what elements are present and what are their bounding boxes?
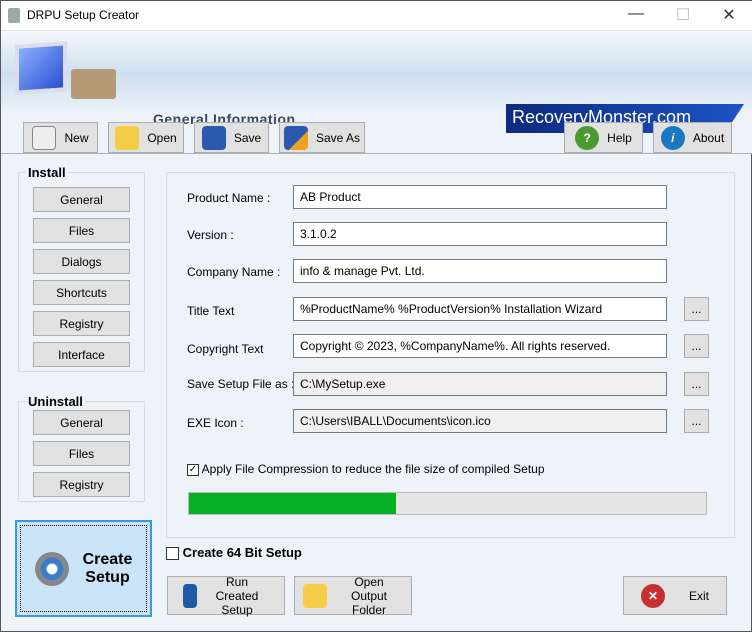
exit-icon: ✕ [640, 583, 665, 608]
progress-fill [189, 493, 396, 514]
setup-label: Setup [85, 568, 130, 586]
new-label: New [64, 130, 89, 145]
run-icon [183, 583, 197, 608]
bit64-label: Create 64 Bit Setup [182, 545, 302, 560]
new-button[interactable]: New [23, 122, 98, 153]
about-button[interactable]: i About [653, 122, 732, 153]
product-name-label: Product Name : [187, 191, 271, 205]
create-setup-button[interactable]: Create Setup [15, 520, 152, 617]
folder-icon [115, 125, 140, 150]
new-file-icon [32, 125, 57, 150]
title-text-label: Title Text [187, 304, 235, 318]
run-created-setup-button[interactable]: Run Created Setup [167, 574, 285, 617]
save-as-label: Save As [315, 130, 361, 145]
stamp-icon [71, 69, 116, 99]
minimize-button[interactable]: — [621, 5, 651, 23]
open-label: Open [147, 130, 177, 145]
install-interface-button[interactable]: Interface [33, 342, 130, 367]
uninstall-label: Uninstall [26, 394, 85, 409]
exe-icon-browse-button[interactable]: ... [684, 409, 709, 433]
copyright-text-input[interactable]: Copyright © 2023, %CompanyName%. All rig… [293, 334, 667, 358]
uninstall-general-button[interactable]: General [33, 410, 130, 435]
compression-option[interactable]: ✓ Apply File Compression to reduce the f… [187, 462, 545, 476]
help-icon: ? [575, 125, 600, 150]
maximize-button[interactable]: ☐ [668, 5, 698, 25]
progress-bar [188, 492, 707, 515]
open-folder-label: Open Output Folder [350, 574, 388, 617]
floppy-icon [201, 125, 226, 150]
install-general-button[interactable]: General [33, 187, 130, 212]
install-dialogs-button[interactable]: Dialogs [33, 249, 130, 274]
save-label: Save [233, 130, 262, 145]
install-registry-button[interactable]: Registry [33, 311, 130, 336]
folder-gear-icon [303, 583, 327, 608]
help-button[interactable]: ? Help [564, 122, 643, 153]
exe-icon-input[interactable]: C:\Users\IBALL\Documents\icon.ico [293, 409, 667, 433]
bit64-option[interactable]: Create 64 Bit Setup [166, 545, 302, 561]
compression-label: Apply File Compression to reduce the fil… [201, 462, 545, 476]
about-label: About [692, 130, 725, 145]
window-title: DRPU Setup Creator [27, 8, 140, 22]
title-bar: DRPU Setup Creator — ☐ ✕ [1, 1, 752, 31]
version-label: Version : [187, 228, 234, 242]
copyright-browse-button[interactable]: ... [684, 334, 709, 358]
gear-icon [34, 551, 69, 586]
help-label: Help [607, 130, 632, 145]
exit-button[interactable]: ✕ Exit [623, 576, 727, 615]
exit-label: Exit [688, 588, 709, 603]
monitor-icon [15, 41, 67, 95]
open-button[interactable]: Open [108, 122, 184, 153]
save-setup-input[interactable]: C:\MySetup.exe [293, 372, 667, 396]
compression-checkbox[interactable]: ✓ [187, 463, 199, 476]
product-name-input[interactable]: AB Product [293, 185, 667, 209]
company-name-input[interactable]: info & manage Pvt. Ltd. [293, 259, 667, 283]
save-setup-browse-button[interactable]: ... [684, 372, 709, 396]
install-label: Install [26, 165, 68, 180]
run-label: Run Created Setup [215, 574, 259, 617]
info-icon: i [660, 125, 685, 150]
close-button[interactable]: ✕ [714, 5, 744, 25]
title-text-browse-button[interactable]: ... [684, 297, 709, 321]
uninstall-registry-button[interactable]: Registry [33, 472, 130, 497]
exe-icon-label: EXE Icon : [187, 416, 244, 430]
create-label: Create [82, 550, 133, 568]
save-as-icon [283, 125, 308, 150]
open-output-folder-button[interactable]: Open Output Folder [294, 574, 412, 617]
version-input[interactable]: 3.1.0.2 [293, 222, 667, 246]
save-button[interactable]: Save [194, 122, 269, 153]
company-name-label: Company Name : [187, 265, 281, 279]
install-files-button[interactable]: Files [33, 218, 130, 243]
bit64-checkbox[interactable] [166, 547, 179, 561]
copyright-text-label: Copyright Text [187, 342, 264, 356]
title-text-input[interactable]: %ProductName% %ProductVersion% Installat… [293, 297, 667, 321]
install-shortcuts-button[interactable]: Shortcuts [33, 280, 130, 305]
uninstall-files-button[interactable]: Files [33, 441, 130, 466]
save-setup-label: Save Setup File as : [187, 377, 295, 391]
app-icon [8, 8, 20, 23]
save-as-button[interactable]: Save As [279, 122, 365, 153]
